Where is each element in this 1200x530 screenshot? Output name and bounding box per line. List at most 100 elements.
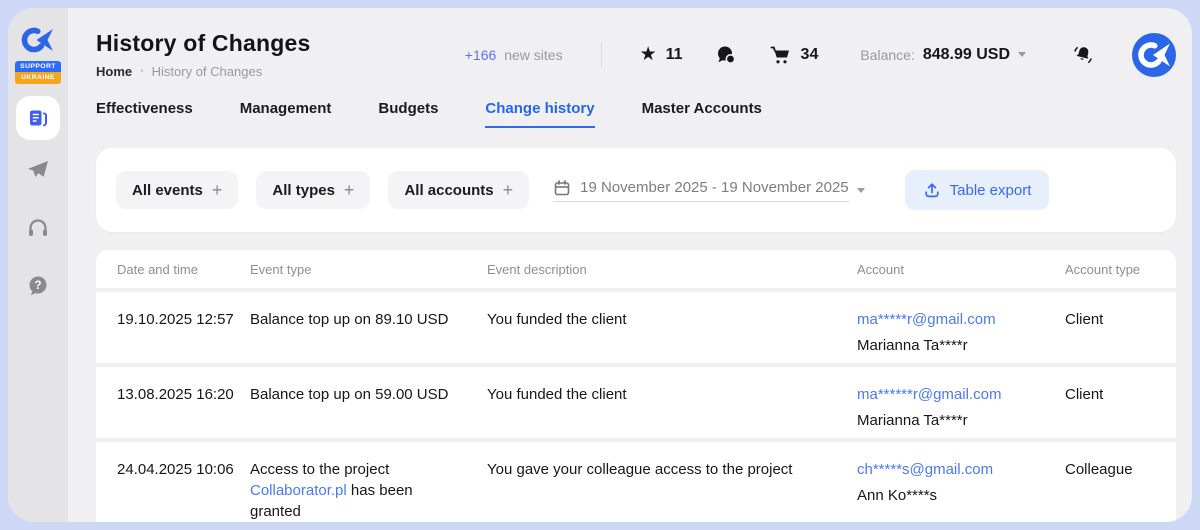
tab-master-accounts[interactable]: Master Accounts	[642, 100, 762, 128]
filter-panel: All events + All types + All accounts +	[96, 148, 1176, 232]
new-sites-link[interactable]: +166 new sites	[465, 47, 563, 63]
cell-datetime: 24.04.2025 10:06	[96, 459, 250, 522]
table-export-button[interactable]: Table export	[905, 170, 1050, 210]
column-header-account-type: Account type	[1065, 262, 1176, 277]
avatar[interactable]	[1132, 33, 1176, 77]
event-text: Balance top up on 59.00 USD	[250, 386, 448, 403]
avatar-logo-icon	[1132, 33, 1176, 77]
tab-effectiveness[interactable]: Effectiveness	[96, 100, 193, 128]
plus-icon: +	[503, 180, 514, 201]
cart-stat[interactable]: 34	[769, 44, 819, 66]
topbar-divider	[601, 42, 602, 68]
history-table: Date and time Event type Event descripti…	[96, 250, 1176, 522]
account-name: Ann Ko****s	[857, 485, 1065, 506]
column-header-account: Account	[857, 262, 1065, 277]
date-range-picker[interactable]: 19 November 2025 - 19 November 2025	[553, 179, 865, 202]
filter-all-events-label: All events	[132, 182, 203, 199]
table-row: 13.08.2025 16:20 Balance top up on 59.00…	[96, 367, 1176, 438]
collaborator-logo-icon	[20, 22, 56, 58]
cell-account-type: Client	[1065, 309, 1176, 363]
support-headset-icon	[26, 216, 50, 240]
account-name: Marianna Ta****r	[857, 335, 1065, 356]
svg-text:?: ?	[34, 280, 41, 292]
help-icon: ?	[26, 274, 50, 298]
cart-count: 34	[801, 46, 819, 64]
date-range-inner: 19 November 2025 - 19 November 2025	[553, 179, 849, 202]
cell-event-type: Access to the project Collaborator.pl ha…	[250, 459, 487, 522]
balance-dropdown[interactable]: Balance: 848.99 USD	[860, 46, 1026, 64]
table-row: 24.04.2025 10:06 Access to the project C…	[96, 442, 1176, 522]
calendar-icon	[553, 179, 571, 197]
tab-budgets[interactable]: Budgets	[378, 100, 438, 128]
messages-button[interactable]	[715, 44, 737, 66]
cell-description: You funded the client	[487, 309, 857, 363]
upload-icon	[923, 181, 941, 199]
event-text: Access to the project	[250, 461, 389, 478]
event-text: Balance top up on 89.10 USD	[250, 311, 448, 328]
balance-value: 848.99 USD	[923, 46, 1010, 64]
favorites-stat[interactable]: ★ 11	[640, 45, 683, 64]
page-title: History of Changes	[96, 30, 310, 57]
topbar-cluster: +166 new sites ★ 11	[465, 33, 1176, 77]
cell-account-type: Colleague	[1065, 459, 1176, 522]
new-sites-count: +166	[465, 47, 497, 63]
sidebar-item-telegram[interactable]	[26, 158, 50, 182]
account-email-link[interactable]: ma*****r@gmail.com	[857, 311, 996, 328]
balance-label: Balance:	[860, 47, 914, 63]
app-window: SUPPORT UKRAINE	[8, 8, 1192, 522]
cell-account-type: Client	[1065, 384, 1176, 438]
cell-event-type: Balance top up on 59.00 USD	[250, 384, 487, 438]
cell-description: You funded the client	[487, 384, 857, 438]
chat-icon	[715, 44, 737, 66]
sidebar-item-support[interactable]	[26, 216, 50, 240]
star-icon: ★	[640, 45, 657, 64]
breadcrumb-current: History of Changes	[152, 64, 263, 79]
telegram-icon	[26, 158, 50, 182]
chevron-down-icon	[857, 188, 865, 193]
project-link[interactable]: Collaborator.pl	[250, 482, 347, 499]
plus-icon: +	[212, 180, 223, 201]
cell-description: You gave your colleague access to the pr…	[487, 459, 857, 522]
cell-datetime: 19.10.2025 12:57	[96, 309, 250, 363]
date-range-value: 19 November 2025 - 19 November 2025	[580, 179, 849, 196]
breadcrumb-home-link[interactable]: Home	[96, 64, 132, 79]
breadcrumb-separator: •	[140, 66, 144, 77]
chevron-down-icon	[1018, 52, 1026, 57]
notifications-button[interactable]	[1072, 44, 1094, 66]
badge-support-label: SUPPORT	[15, 61, 61, 72]
cart-icon	[769, 44, 792, 66]
support-ukraine-badge: SUPPORT UKRAINE	[15, 61, 61, 84]
account-name: Marianna Ta****r	[857, 410, 1065, 431]
news-icon	[27, 107, 49, 129]
filter-all-types-label: All types	[272, 182, 335, 199]
tab-management[interactable]: Management	[240, 100, 332, 128]
tab-change-history[interactable]: Change history	[485, 100, 594, 128]
sidebar-item-history[interactable]	[16, 96, 60, 140]
sidebar: SUPPORT UKRAINE	[8, 8, 68, 522]
column-header-description: Event description	[487, 262, 857, 277]
filter-all-accounts[interactable]: All accounts +	[388, 171, 529, 209]
tab-bar: Effectiveness Management Budgets Change …	[96, 100, 1176, 128]
filter-all-types[interactable]: All types +	[256, 171, 370, 209]
plus-icon: +	[344, 180, 355, 201]
column-header-event-type: Event type	[250, 262, 487, 277]
title-block: History of Changes Home • History of Cha…	[96, 30, 310, 79]
breadcrumb: Home • History of Changes	[96, 64, 310, 79]
cell-account: ma******r@gmail.com Marianna Ta****r	[857, 384, 1065, 438]
column-header-date: Date and time	[96, 262, 250, 277]
filter-all-accounts-label: All accounts	[404, 182, 493, 199]
table-row: 19.10.2025 12:57 Balance top up on 89.10…	[96, 292, 1176, 363]
favorites-count: 11	[666, 46, 683, 64]
new-sites-label: new sites	[504, 47, 562, 63]
cell-account: ma*****r@gmail.com Marianna Ta****r	[857, 309, 1065, 363]
bell-icon	[1072, 44, 1094, 66]
collaborator-logo[interactable]: SUPPORT UKRAINE	[15, 22, 61, 84]
table-header-row: Date and time Event type Event descripti…	[96, 250, 1176, 288]
account-email-link[interactable]: ch*****s@gmail.com	[857, 461, 993, 478]
account-email-link[interactable]: ma******r@gmail.com	[857, 386, 1001, 403]
filter-all-events[interactable]: All events +	[116, 171, 238, 209]
sidebar-item-help[interactable]: ?	[26, 274, 50, 298]
table-export-label: Table export	[950, 182, 1032, 199]
cell-event-type: Balance top up on 89.10 USD	[250, 309, 487, 363]
main-content: History of Changes Home • History of Cha…	[68, 8, 1192, 522]
